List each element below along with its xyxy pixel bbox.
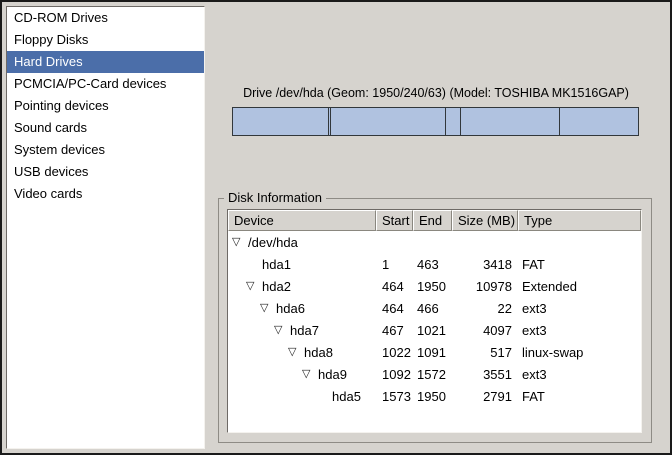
start-cell: 1092 (376, 367, 413, 382)
size-cell: 517 (452, 345, 518, 360)
partition-bar (232, 107, 639, 136)
tree-indent (232, 308, 260, 309)
tree-indent (232, 396, 316, 397)
partition-segment-hda1 (233, 108, 329, 135)
column-header-size-mb[interactable]: Size (MB) (452, 210, 518, 231)
disk-information-frame-label: Disk Information (224, 190, 326, 205)
end-cell: 463 (413, 257, 452, 272)
device-label: hda5 (332, 389, 361, 404)
device-cell: ▽/dev/hda (228, 231, 376, 253)
drive-title: Drive /dev/hda (Geom: 1950/240/63) (Mode… (230, 86, 642, 102)
size-cell: 4097 (452, 323, 518, 338)
expander-icon[interactable]: ▽ (274, 319, 290, 341)
sidebar-item-sound-cards[interactable]: Sound cards (7, 117, 204, 139)
size-cell: 2791 (452, 389, 518, 404)
device-cell: ▽hda7 (228, 319, 376, 341)
column-header-type[interactable]: Type (518, 210, 641, 231)
end-cell: 1091 (413, 345, 452, 360)
type-cell: FAT (518, 257, 641, 272)
type-cell: linux-swap (518, 345, 641, 360)
expander-icon[interactable]: ▽ (260, 297, 276, 319)
disk-table-header: DeviceStartEndSize (MB)Type (228, 210, 641, 231)
expander-icon[interactable]: ▽ (288, 341, 304, 363)
partition-segment-hda8 (446, 108, 461, 135)
tree-indent (232, 264, 246, 265)
device-label: hda8 (304, 345, 333, 360)
partition-segment-hda9 (461, 108, 561, 135)
table-row-dev-hda[interactable]: ▽/dev/hda (228, 231, 641, 253)
table-row-hda2[interactable]: ▽hda2464195010978Extended (228, 275, 641, 297)
disk-table: DeviceStartEndSize (MB)Type ▽/dev/hdahda… (227, 209, 642, 433)
type-cell: Extended (518, 279, 641, 294)
sidebar-item-usb-devices[interactable]: USB devices (7, 161, 204, 183)
start-cell: 464 (376, 279, 413, 294)
device-cell: ▽hda6 (228, 297, 376, 319)
device-cell: ▽hda8 (228, 341, 376, 363)
sidebar-item-floppy-disks[interactable]: Floppy Disks (7, 29, 204, 51)
end-cell: 1950 (413, 389, 452, 404)
size-cell: 3551 (452, 367, 518, 382)
type-cell: ext3 (518, 367, 641, 382)
table-row-hda1[interactable]: hda1 14633418FAT (228, 253, 641, 275)
start-cell: 1022 (376, 345, 413, 360)
expander-icon[interactable]: ▽ (232, 231, 248, 253)
size-cell: 10978 (452, 279, 518, 294)
start-cell: 464 (376, 301, 413, 316)
device-label: /dev/hda (248, 235, 298, 250)
device-label: hda9 (318, 367, 347, 382)
partition-segment-hda7 (331, 108, 446, 135)
table-row-hda7[interactable]: ▽hda746710214097ext3 (228, 319, 641, 341)
disk-information-frame: Disk Information DeviceStartEndSize (MB)… (218, 198, 652, 443)
sidebar-item-pointing-devices[interactable]: Pointing devices (7, 95, 204, 117)
tree-indent (232, 374, 302, 375)
device-label: hda6 (276, 301, 305, 316)
size-cell: 22 (452, 301, 518, 316)
type-cell: ext3 (518, 301, 641, 316)
start-cell: 1573 (376, 389, 413, 404)
expander-icon[interactable]: ▽ (246, 275, 262, 297)
sidebar-list: CD-ROM DrivesFloppy DisksHard DrivesPCMC… (6, 6, 205, 449)
column-header-device[interactable]: Device (228, 210, 376, 231)
device-cell: hda5 (228, 389, 376, 404)
table-row-hda9[interactable]: ▽hda9109215723551ext3 (228, 363, 641, 385)
start-cell: 1 (376, 257, 413, 272)
device-cell: hda1 (228, 257, 376, 272)
device-label: hda2 (262, 279, 291, 294)
tree-indent (232, 352, 288, 353)
table-row-hda5[interactable]: hda5 157319502791FAT (228, 385, 641, 407)
end-cell: 1572 (413, 367, 452, 382)
end-cell: 1950 (413, 279, 452, 294)
disk-table-body: ▽/dev/hdahda114633418FAT▽hda246419501097… (228, 231, 641, 407)
sidebar-item-cd-rom-drives[interactable]: CD-ROM Drives (7, 7, 204, 29)
hardware-browser-window: CD-ROM DrivesFloppy DisksHard DrivesPCMC… (0, 0, 672, 455)
tree-indent (232, 286, 246, 287)
tree-indent (232, 330, 274, 331)
device-cell: ▽hda2 (228, 275, 376, 297)
type-cell: ext3 (518, 323, 641, 338)
device-cell: ▽hda9 (228, 363, 376, 385)
start-cell: 467 (376, 323, 413, 338)
table-row-hda6[interactable]: ▽hda646446622ext3 (228, 297, 641, 319)
type-cell: FAT (518, 389, 641, 404)
sidebar-item-hard-drives[interactable]: Hard Drives (7, 51, 204, 73)
column-header-start[interactable]: Start (376, 210, 413, 231)
sidebar-item-video-cards[interactable]: Video cards (7, 183, 204, 205)
sidebar-item-pcmcia-pc-card-devices[interactable]: PCMCIA/PC-Card devices (7, 73, 204, 95)
table-row-hda8[interactable]: ▽hda810221091517linux-swap (228, 341, 641, 363)
device-label: hda7 (290, 323, 319, 338)
end-cell: 466 (413, 301, 452, 316)
size-cell: 3418 (452, 257, 518, 272)
partition-segment-hda5 (560, 108, 638, 135)
sidebar-item-system-devices[interactable]: System devices (7, 139, 204, 161)
column-header-end[interactable]: End (413, 210, 452, 231)
expander-icon[interactable]: ▽ (302, 363, 318, 385)
device-label: hda1 (262, 257, 291, 272)
end-cell: 1021 (413, 323, 452, 338)
